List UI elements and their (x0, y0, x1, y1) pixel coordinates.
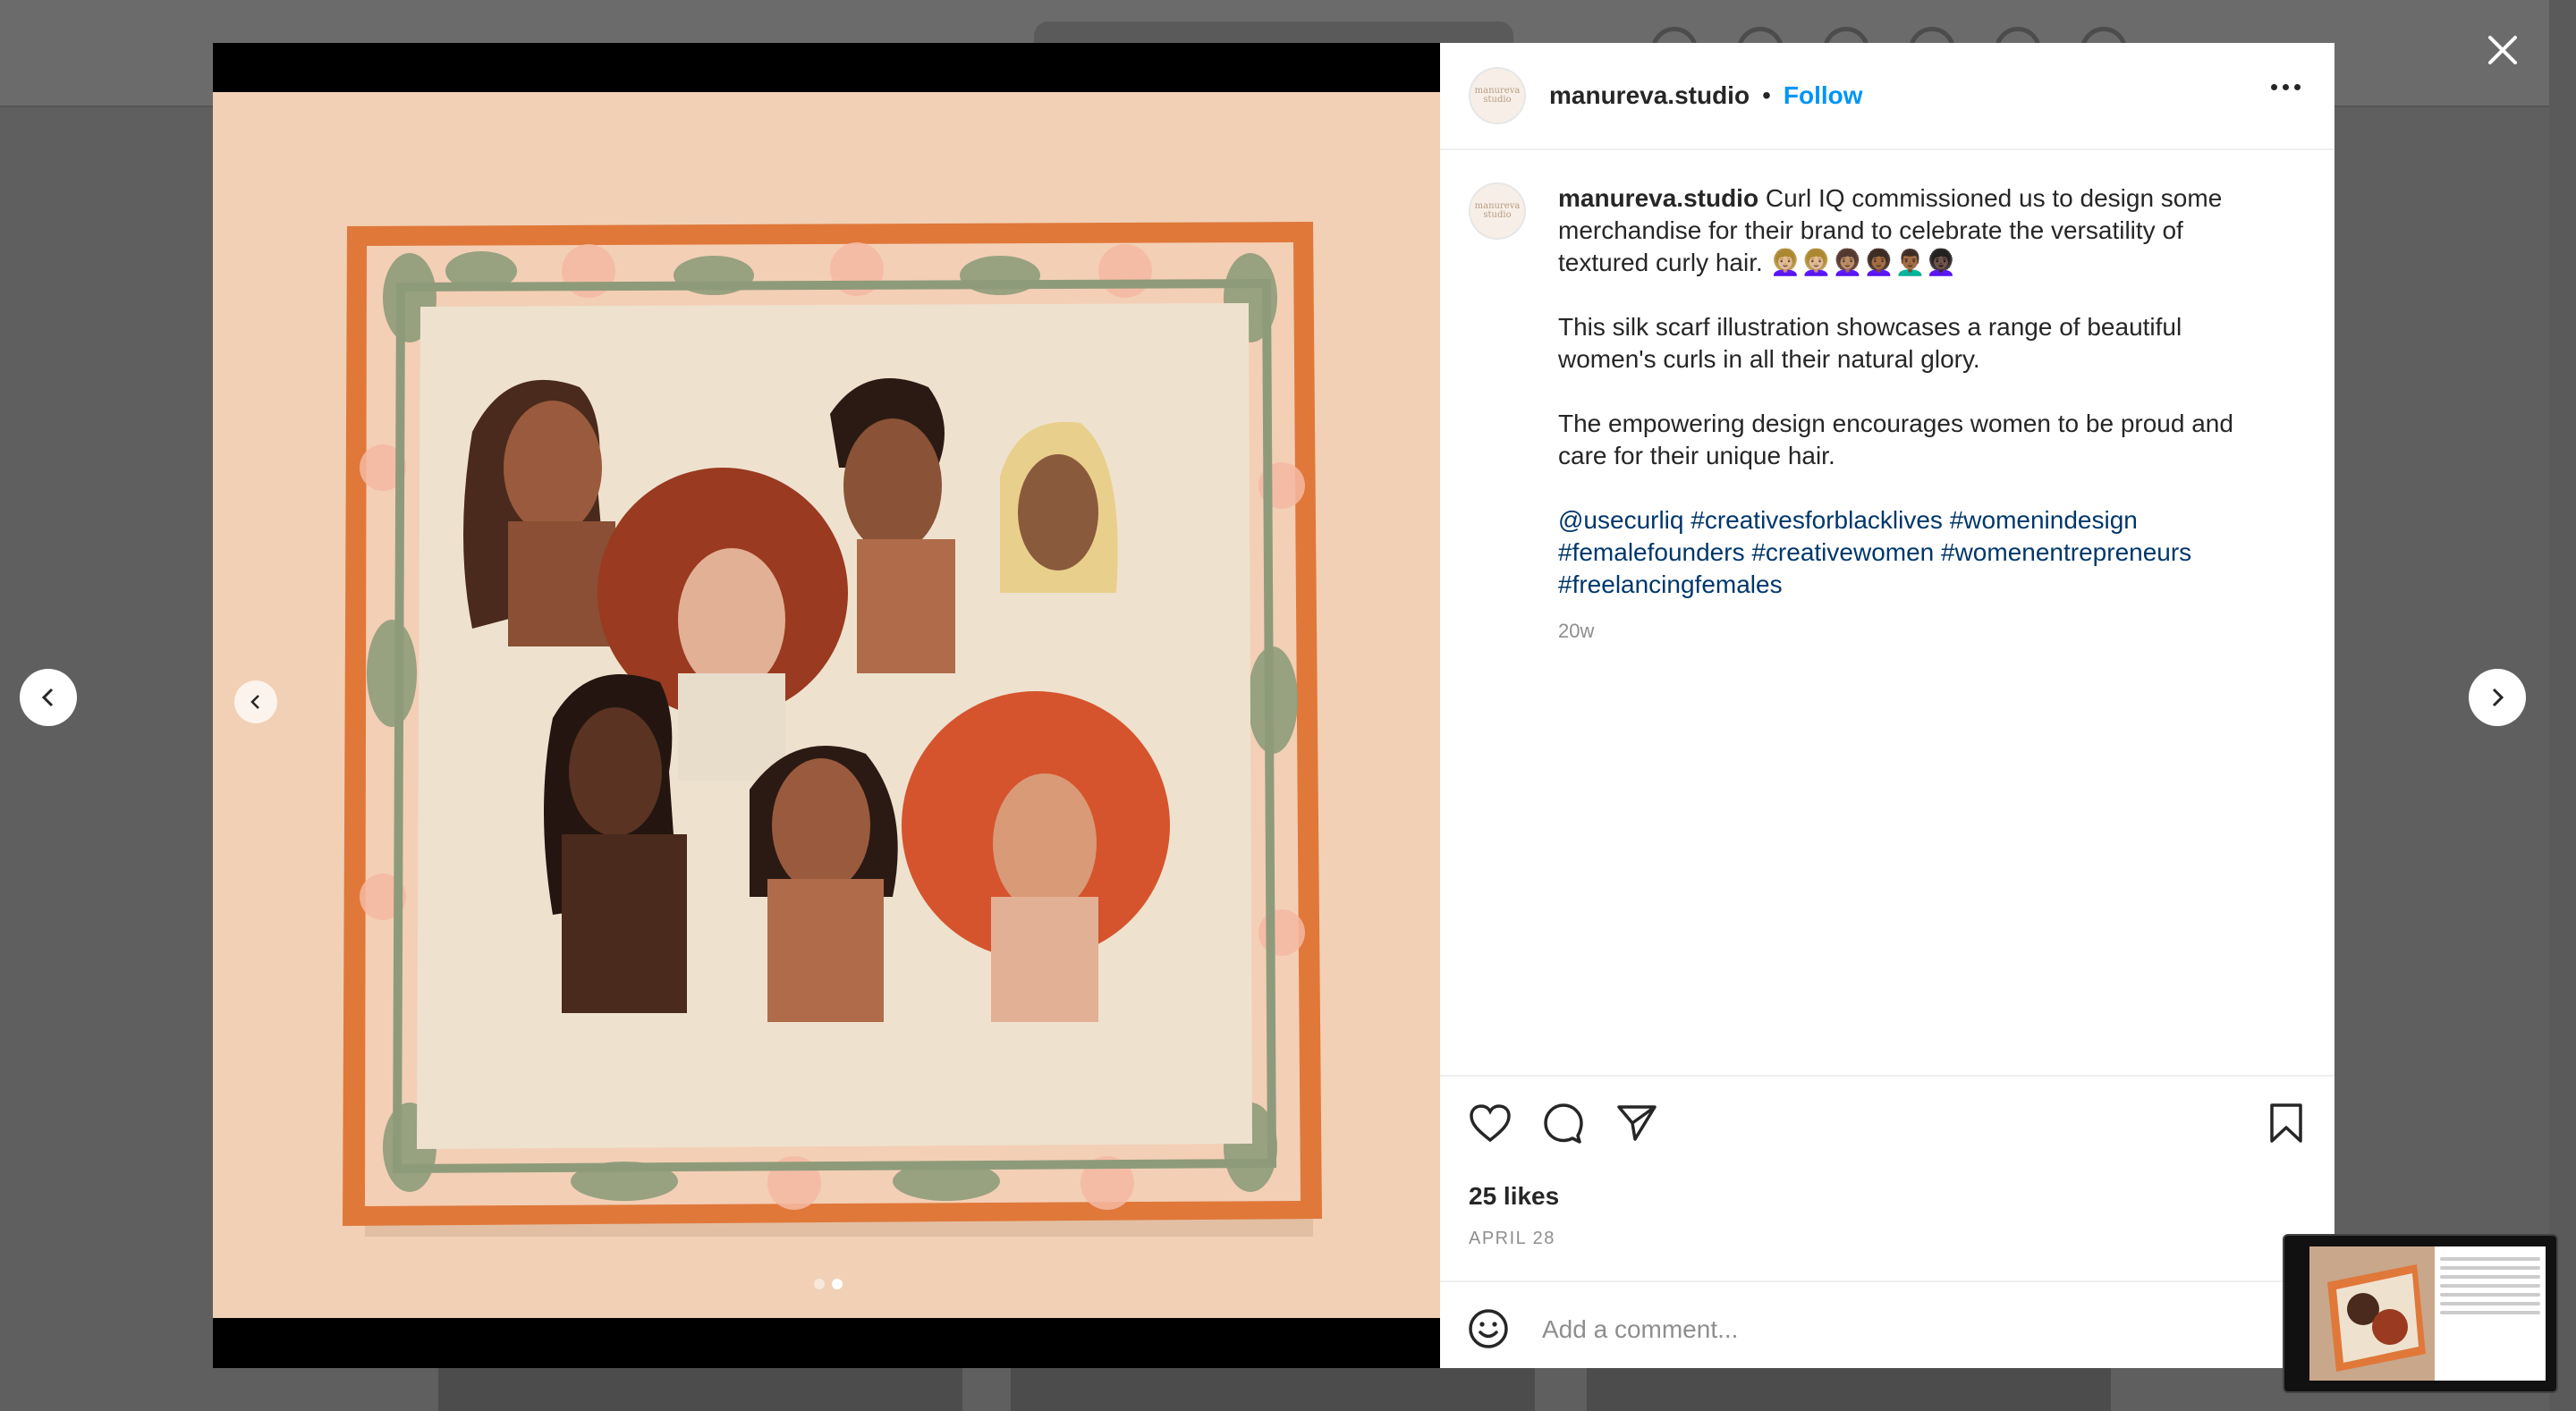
chevron-left-icon (41, 688, 54, 707)
post-date: APRIL 28 (1469, 1229, 1555, 1248)
post-username[interactable]: manureva.studio (1549, 81, 1750, 110)
caption-username[interactable]: manureva.studio (1558, 184, 1758, 212)
carousel-prev-button[interactable] (234, 680, 277, 723)
post-image (213, 92, 1440, 1318)
bookmark-icon (2270, 1103, 2302, 1143)
preview-image (2309, 1246, 2435, 1381)
like-count[interactable]: 25 likes (1469, 1182, 1559, 1211)
next-post-button[interactable] (2469, 669, 2526, 726)
previous-post-button[interactable] (20, 669, 77, 726)
comment-form: Po (1440, 1280, 2334, 1372)
carousel-dot (814, 1279, 825, 1289)
close-button[interactable] (2481, 29, 2524, 72)
avatar-text: manureva studio (1474, 86, 1521, 105)
share-button[interactable] (1614, 1100, 1660, 1146)
post-side-panel: manureva studio manureva.studio • Follow… (1440, 43, 2334, 1368)
background-scrollbar (2549, 0, 2576, 1411)
comment-icon (1544, 1103, 1583, 1144)
like-button[interactable] (1467, 1100, 1513, 1146)
post-header: manureva studio manureva.studio • Follow (1440, 43, 2334, 150)
emoji-icon (1469, 1309, 1508, 1348)
heart-icon (1470, 1104, 1511, 1143)
avatar-text: manureva studio (1474, 201, 1521, 220)
emoji-button[interactable] (1467, 1307, 1510, 1355)
background-grid-thumbnail (438, 1365, 962, 1411)
scarf-illustration (213, 92, 1440, 1318)
preview-text (2435, 1246, 2546, 1381)
avatar[interactable]: manureva studio (1469, 67, 1526, 124)
carousel-indicator (814, 1279, 843, 1289)
caption-text-2: This silk scarf illustration showcases a… (1558, 313, 2182, 373)
comment-button[interactable] (1540, 1100, 1587, 1146)
caption-area: manureva studio manureva.studio Curl IQ … (1440, 152, 2334, 1118)
chevron-right-icon (2492, 688, 2504, 707)
save-button[interactable] (2263, 1100, 2309, 1146)
comment-input[interactable] (1540, 1313, 2224, 1347)
post-actions: 25 likes APRIL 28 Po (1440, 1075, 2334, 1370)
paper-plane-icon (1617, 1105, 1657, 1141)
more-options-icon[interactable] (2271, 84, 2301, 90)
close-icon (2488, 36, 2517, 64)
screenshot-preview-thumbnail[interactable] (2283, 1234, 2558, 1393)
caption-hashtags[interactable]: @usecurliq #creativesforblacklives #wome… (1558, 504, 2274, 601)
chevron-left-icon (250, 695, 259, 709)
caption-text-3: The empowering design encourages women t… (1558, 410, 2233, 469)
post-age[interactable]: 20w (1558, 615, 2274, 647)
follow-button[interactable]: Follow (1784, 81, 1863, 110)
caption-avatar[interactable]: manureva studio (1469, 182, 1526, 240)
post-modal: manureva studio manureva.studio • Follow… (213, 43, 2334, 1368)
carousel-dot-active (832, 1279, 843, 1289)
separator-dot: • (1762, 81, 1771, 109)
post-media (213, 43, 1440, 1368)
post-caption: manureva.studio Curl IQ commissioned us … (1526, 182, 2274, 1118)
preview-content (2309, 1246, 2546, 1381)
